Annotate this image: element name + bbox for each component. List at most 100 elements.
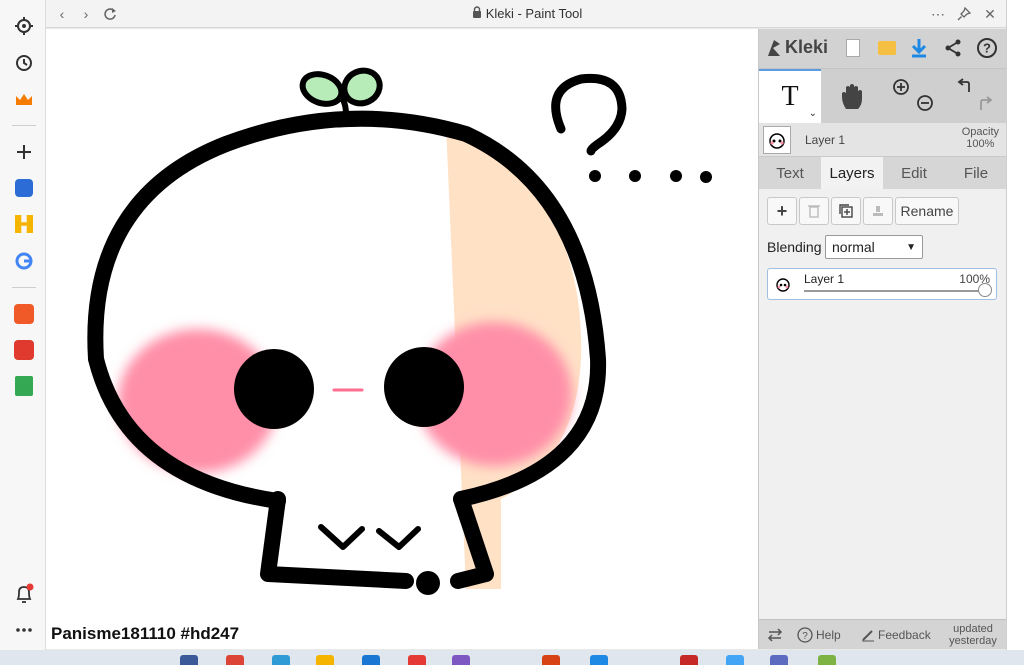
shopee-icon[interactable] bbox=[12, 302, 36, 326]
blending-select[interactable]: normal ▼ bbox=[825, 235, 923, 259]
download-icon[interactable] bbox=[907, 36, 931, 60]
help-icon[interactable]: ? bbox=[975, 36, 999, 60]
dot bbox=[589, 170, 601, 182]
layers-tab-body: + Rename Blending normal ▼ Layer 1 100% bbox=[759, 189, 1007, 619]
feedback-button[interactable]: Feedback bbox=[861, 620, 931, 650]
brand-logo[interactable]: Kleki bbox=[765, 37, 828, 58]
bell-icon[interactable] bbox=[12, 582, 36, 606]
chin-dot bbox=[416, 571, 440, 595]
merge-layer-button[interactable] bbox=[863, 197, 893, 225]
opacity-readout: Opacity 100% bbox=[962, 126, 999, 150]
taskbar-app-icon[interactable] bbox=[408, 655, 426, 665]
opacity-label: Opacity bbox=[961, 126, 999, 138]
tooth-right bbox=[376, 526, 421, 550]
current-layer-strip: Layer 1 Opacity 100% bbox=[759, 123, 1007, 157]
app-icon-blue[interactable] bbox=[12, 176, 36, 200]
merge-icon bbox=[873, 206, 883, 216]
help-icon: ? bbox=[797, 627, 813, 643]
crown-icon[interactable] bbox=[12, 88, 36, 112]
tab-layers[interactable]: Layers bbox=[821, 157, 883, 189]
panel-toolbar: Kleki ? bbox=[759, 29, 1007, 69]
plus-icon: + bbox=[776, 200, 788, 221]
taskbar-app-icon[interactable] bbox=[316, 655, 334, 665]
help-button[interactable]: ? Help bbox=[797, 620, 841, 650]
layer-thumbnail[interactable] bbox=[763, 126, 791, 154]
right-eye bbox=[384, 347, 464, 427]
google-icon[interactable] bbox=[12, 249, 36, 273]
taskbar-app-icon[interactable] bbox=[818, 655, 836, 665]
trash-icon bbox=[808, 205, 820, 218]
question-mark bbox=[551, 73, 627, 156]
hand-tool-button[interactable] bbox=[821, 69, 883, 123]
rail-divider bbox=[12, 287, 36, 288]
delete-layer-button[interactable] bbox=[799, 197, 829, 225]
app-root: ‹ › Kleki - Paint Tool ⋯ ✕ Panisme181110… bbox=[0, 0, 1024, 665]
layer-list-item[interactable]: Layer 1 100% bbox=[767, 268, 997, 300]
taskbar-app-icon[interactable] bbox=[226, 655, 244, 665]
taskbar bbox=[0, 650, 1024, 665]
kleki-logo-icon bbox=[768, 39, 780, 56]
taskbar-app-icon[interactable] bbox=[726, 655, 744, 665]
panel-footer: ? Help Feedback updated yesterday bbox=[759, 619, 1007, 649]
dot bbox=[670, 170, 682, 182]
app-icon-red[interactable] bbox=[12, 338, 36, 362]
taskbar-app-icon[interactable] bbox=[542, 655, 560, 665]
text-tool-icon: T bbox=[781, 81, 799, 112]
blending-value: normal bbox=[832, 239, 875, 255]
close-icon[interactable]: ✕ bbox=[980, 4, 1000, 24]
add-layer-button[interactable]: + bbox=[767, 197, 797, 225]
zoom-out-icon[interactable] bbox=[911, 89, 939, 117]
layer-opacity-slider-handle[interactable] bbox=[978, 283, 992, 297]
taskbar-app-icon[interactable] bbox=[770, 655, 788, 665]
hand-tool-icon bbox=[842, 84, 862, 109]
drawing-canvas[interactable] bbox=[46, 29, 758, 649]
app-icon-yellow[interactable] bbox=[12, 212, 36, 236]
opacity-value: 100% bbox=[966, 138, 995, 150]
plus-icon[interactable] bbox=[12, 140, 36, 164]
taskbar-app-icon[interactable] bbox=[590, 655, 608, 665]
taskbar-app-icon[interactable] bbox=[452, 655, 470, 665]
tab-edit[interactable]: Edit bbox=[883, 157, 945, 189]
window-title-wrap: Kleki - Paint Tool bbox=[46, 6, 1008, 21]
duplicate-layer-button[interactable] bbox=[831, 197, 861, 225]
lock-icon bbox=[472, 6, 482, 21]
feedback-label: Feedback bbox=[878, 628, 931, 642]
tab-text[interactable]: Text bbox=[759, 157, 821, 189]
tool-row: T ⌄ bbox=[759, 69, 1007, 123]
redo-icon[interactable] bbox=[973, 89, 1001, 117]
canvas-caption: Panisme181110 #hd247 bbox=[51, 624, 240, 643]
updated-line1: updated bbox=[953, 623, 993, 635]
layer-name: Layer 1 bbox=[804, 272, 845, 286]
chevron-down-icon[interactable]: ⌄ bbox=[809, 108, 817, 119]
blending-label: Blending bbox=[767, 239, 822, 255]
open-folder-icon[interactable] bbox=[875, 36, 899, 60]
dot bbox=[700, 171, 712, 183]
rename-layer-button[interactable]: Rename bbox=[895, 197, 959, 225]
taskbar-app-icon[interactable] bbox=[680, 655, 698, 665]
taskbar-app-icon[interactable] bbox=[180, 655, 198, 665]
svg-text:?: ? bbox=[983, 41, 991, 56]
more-icon[interactable]: ⋯ bbox=[928, 4, 948, 24]
taskbar-app-icon[interactable] bbox=[362, 655, 380, 665]
text-tool-button[interactable]: T ⌄ bbox=[759, 69, 821, 123]
drawing bbox=[87, 67, 712, 595]
background-window-edge bbox=[1006, 0, 1024, 650]
gear-icon[interactable] bbox=[12, 14, 36, 38]
update-status: updated yesterday bbox=[943, 623, 1003, 647]
tab-file[interactable]: File bbox=[945, 157, 1007, 189]
new-file-icon[interactable] bbox=[841, 36, 865, 60]
more-icon[interactable] bbox=[12, 618, 36, 642]
sheets-icon[interactable] bbox=[12, 374, 36, 398]
current-layer-label: Layer 1 bbox=[805, 133, 846, 147]
pin-icon[interactable] bbox=[954, 4, 974, 24]
share-icon[interactable] bbox=[941, 36, 965, 60]
layer-thumbnail bbox=[772, 273, 794, 295]
history-icon[interactable] bbox=[12, 51, 36, 75]
help-label: Help bbox=[816, 628, 841, 642]
dot bbox=[629, 170, 641, 182]
updated-line2: yesterday bbox=[949, 635, 997, 647]
layer-opacity-slider[interactable] bbox=[804, 290, 984, 292]
tooth-left bbox=[318, 524, 365, 550]
swap-icon[interactable] bbox=[767, 620, 783, 650]
taskbar-app-icon[interactable] bbox=[272, 655, 290, 665]
